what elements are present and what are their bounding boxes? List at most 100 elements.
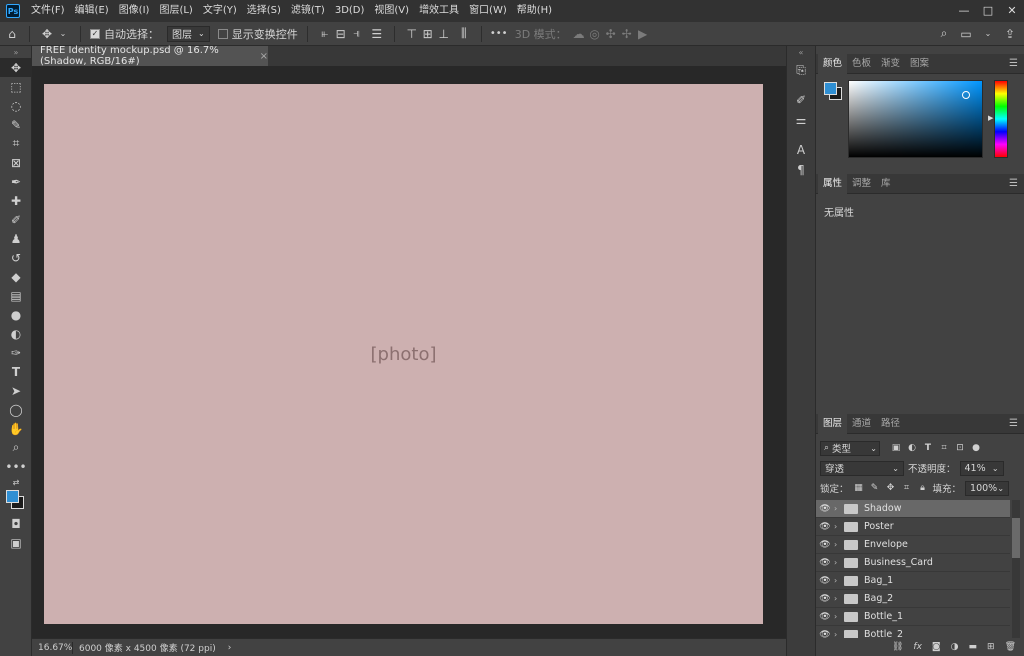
scrollbar-thumb[interactable] (1012, 518, 1020, 558)
align-left-icon[interactable]: ⫦ (317, 26, 333, 42)
3d-roll-icon[interactable]: ◎ (587, 26, 603, 42)
color-picker-cursor[interactable] (962, 91, 970, 99)
layer-row-poster[interactable]: 👁︎ › Poster (816, 518, 1010, 536)
layer-filter-dropdown[interactable]: ⌕ 类型 ⌄ (820, 440, 880, 456)
menu-select[interactable]: 选择(S) (242, 0, 286, 22)
menu-help[interactable]: 帮助(H) (512, 0, 557, 22)
filter-adjustment-icon[interactable]: ◐ (906, 442, 918, 454)
eraser-tool-icon[interactable]: ◆ (0, 267, 32, 286)
lock-position-icon[interactable]: ✥ (885, 482, 897, 494)
chevron-right-icon[interactable]: › (834, 504, 844, 513)
chevron-right-icon[interactable]: › (834, 540, 844, 549)
menu-type[interactable]: 文字(Y) (198, 0, 242, 22)
minimize-button[interactable]: — (952, 0, 976, 22)
new-group-icon[interactable]: ▬ (969, 642, 978, 652)
pen-tool-icon[interactable]: ✑ (0, 343, 32, 362)
layer-row-envelope[interactable]: 👁︎ › Envelope (816, 536, 1010, 554)
document-tab[interactable]: FREE Identity mockup.psd @ 16.7% (Shadow… (32, 45, 268, 67)
chevron-down-icon[interactable]: ⌄ (55, 26, 71, 42)
hand-tool-icon[interactable]: ✋ (0, 419, 32, 438)
tab-patterns[interactable]: 图案 (905, 54, 934, 74)
menu-3d[interactable]: 3D(D) (330, 0, 370, 22)
zoom-tool-icon[interactable]: ⌕ (0, 438, 32, 457)
eye-icon[interactable]: 👁︎ (816, 540, 834, 550)
character-panel-icon[interactable]: A (787, 140, 815, 160)
zoom-level[interactable]: 16.67% (32, 643, 72, 653)
chevron-right-icon[interactable]: › (834, 522, 844, 531)
menu-file[interactable]: 文件(F) (26, 0, 70, 22)
filter-pixel-icon[interactable]: ▣ (890, 442, 902, 454)
move-tool-icon[interactable]: ✥ (0, 58, 32, 77)
screen-mode-icon[interactable]: ▣ (0, 533, 32, 552)
brushes-panel-icon[interactable]: ✐ (787, 90, 815, 110)
tab-swatches[interactable]: 色板 (847, 54, 876, 74)
distribute-v-icon[interactable]: ⫼ (456, 26, 472, 42)
3d-slide-icon[interactable]: ✢ (619, 26, 635, 42)
shape-tool-icon[interactable]: ◯ (0, 400, 32, 419)
align-middle-icon[interactable]: ⊞ (420, 26, 436, 42)
add-mask-icon[interactable]: ◙ (932, 642, 941, 652)
lock-artboard-icon[interactable]: ⌗ (901, 482, 913, 494)
blur-tool-icon[interactable]: ● (0, 305, 32, 324)
layer-row-bottle-1[interactable]: 👁︎ › Bottle_1 (816, 608, 1010, 626)
crop-tool-icon[interactable]: ⌗ (0, 134, 32, 153)
search-icon[interactable]: ⌕ (936, 26, 952, 42)
panel-menu-icon[interactable]: ☰ (1009, 178, 1018, 189)
align-right-icon[interactable]: ⫣ (349, 26, 365, 42)
layer-row-shadow[interactable]: 👁︎ › Shadow (816, 500, 1010, 518)
home-icon[interactable]: ⌂ (4, 26, 20, 42)
move-tool-icon[interactable]: ✥ (39, 26, 55, 42)
link-layers-icon[interactable]: ⛓ (892, 642, 903, 652)
collapse-icon[interactable]: » (0, 46, 32, 58)
new-layer-icon[interactable]: ⊞ (987, 642, 995, 652)
lock-transparent-icon[interactable]: ▦ (853, 482, 865, 494)
eye-icon[interactable]: 👁︎ (816, 504, 834, 514)
brush-settings-panel-icon[interactable]: ⚌ (787, 110, 815, 130)
panel-menu-icon[interactable]: ☰ (1009, 418, 1018, 429)
canvas-area[interactable]: [photo] (32, 66, 786, 638)
history-brush-tool-icon[interactable]: ↺ (0, 248, 32, 267)
marquee-tool-icon[interactable]: ⬚ (0, 77, 32, 96)
gradient-tool-icon[interactable]: ▤ (0, 286, 32, 305)
layer-row-bag-1[interactable]: 👁︎ › Bag_1 (816, 572, 1010, 590)
eye-icon[interactable]: 👁︎ (816, 558, 834, 568)
menu-window[interactable]: 窗口(W) (464, 0, 512, 22)
tab-gradients[interactable]: 渐变 (876, 54, 905, 74)
blend-mode-dropdown[interactable]: 穿透 ⌄ (820, 460, 904, 476)
chevron-right-icon[interactable]: › (834, 612, 844, 621)
eye-icon[interactable]: 👁︎ (816, 522, 834, 532)
tab-paths[interactable]: 路径 (876, 414, 905, 434)
filter-smart-object-icon[interactable]: ⊡ (954, 442, 966, 454)
distribute-icon[interactable]: ☰ (369, 26, 385, 42)
foreground-color-swatch[interactable] (824, 82, 837, 95)
menu-edit[interactable]: 编辑(E) (70, 0, 114, 22)
lock-all-icon[interactable]: 🔒︎ (917, 482, 929, 494)
edit-toolbar-icon[interactable]: ••• (0, 457, 32, 476)
opacity-input[interactable]: 41% ⌄ (959, 460, 1004, 476)
chevron-right-icon[interactable]: › (834, 594, 844, 603)
layer-row-business-card[interactable]: 👁︎ › Business_Card (816, 554, 1010, 572)
filter-type-icon[interactable]: T (922, 442, 934, 454)
3d-camera-icon[interactable]: ▶ (635, 26, 651, 42)
align-bottom-icon[interactable]: ⊥ (436, 26, 452, 42)
delete-layer-icon[interactable]: 🗑︎ (1005, 642, 1016, 652)
filter-toggle-icon[interactable]: ● (970, 442, 982, 454)
tab-adjustments[interactable]: 调整 (847, 174, 876, 194)
tab-properties[interactable]: 属性 (818, 173, 848, 194)
menu-image[interactable]: 图像(I) (114, 0, 155, 22)
eye-icon[interactable]: 👁︎ (816, 576, 834, 586)
fill-input[interactable]: 100% ⌄ (965, 480, 1010, 496)
brush-tool-icon[interactable]: ✐ (0, 210, 32, 229)
paragraph-panel-icon[interactable]: ¶ (787, 160, 815, 180)
lasso-tool-icon[interactable]: ◌ (0, 96, 32, 115)
3d-pan-icon[interactable]: ✣ (603, 26, 619, 42)
eye-icon[interactable]: 👁︎ (816, 612, 834, 622)
align-top-icon[interactable]: ⊤ (404, 26, 420, 42)
show-transform-option[interactable]: 显示变换控件 (214, 22, 302, 46)
chevron-right-icon[interactable]: › (834, 558, 844, 567)
tab-channels[interactable]: 通道 (847, 414, 876, 434)
chevron-right-icon[interactable]: › (834, 630, 844, 638)
menu-filter[interactable]: 滤镜(T) (286, 0, 330, 22)
tab-color[interactable]: 颜色 (818, 53, 848, 74)
quick-select-tool-icon[interactable]: ✎ (0, 115, 32, 134)
